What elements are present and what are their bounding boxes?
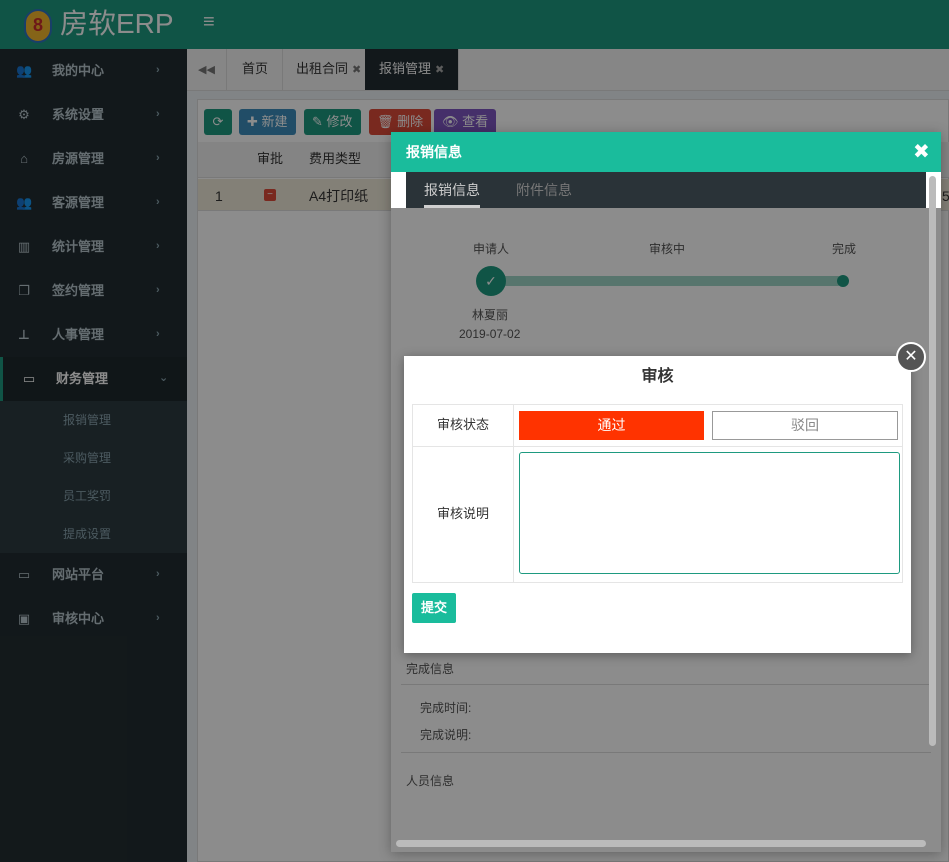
- horizontal-scrollbar[interactable]: [396, 840, 926, 847]
- review-dialog: 审核 ✕ 审核状态 通过 驳回 审核说明 提交: [404, 342, 926, 653]
- close-icon[interactable]: ✕: [896, 342, 926, 372]
- review-form: 审核状态 通过 驳回 审核说明: [412, 404, 903, 583]
- review-note-label: 审核说明: [436, 506, 489, 521]
- pass-button[interactable]: 通过: [519, 411, 704, 440]
- divider: [413, 446, 902, 447]
- submit-button[interactable]: 提交: [412, 593, 456, 623]
- review-status-label: 审核状态: [436, 417, 489, 432]
- tab-attachment-info[interactable]: 附件信息: [516, 172, 572, 208]
- review-title: 审核: [641, 368, 674, 385]
- modal-title: 报销信息: [406, 144, 462, 160]
- divider: [513, 405, 514, 582]
- modal-header: 报销信息 ✖: [391, 132, 941, 172]
- reject-button[interactable]: 驳回: [712, 411, 898, 440]
- modal-tabs: 报销信息 附件信息: [406, 172, 926, 208]
- review-note-textarea[interactable]: [519, 452, 900, 574]
- vertical-scrollbar[interactable]: [929, 176, 936, 746]
- tab-reimbursement-info[interactable]: 报销信息: [424, 172, 480, 208]
- close-icon[interactable]: ✖: [913, 142, 930, 162]
